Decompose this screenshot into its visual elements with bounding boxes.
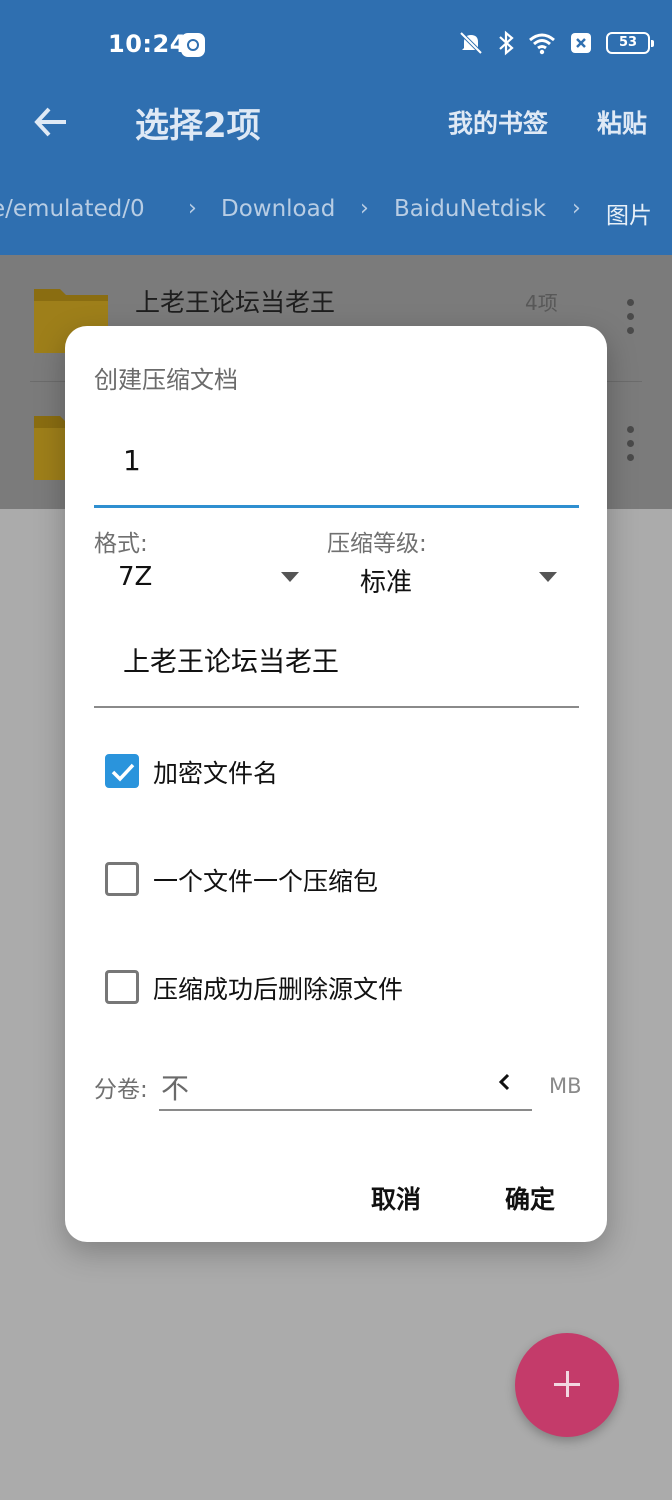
more-vert-icon[interactable] (624, 299, 636, 339)
bookmarks-button[interactable]: 我的书签 (448, 104, 548, 140)
file-count: 4项 (525, 291, 558, 315)
paste-button[interactable]: 粘贴 (597, 104, 647, 140)
dropdown-arrow-icon (281, 572, 299, 582)
archive-name-value: 1 (123, 444, 141, 477)
add-fab-button[interactable] (515, 1333, 619, 1437)
silent-bell-icon (459, 31, 483, 55)
checkbox-checked[interactable] (105, 754, 139, 788)
more-vert-icon[interactable] (624, 426, 636, 466)
wifi-icon (529, 33, 555, 55)
app-header: 10:24 53 选择2项 我的书签 粘贴 e/emulated/0 › Dow… (0, 0, 672, 255)
status-bar: 10:24 53 (0, 0, 672, 90)
chevron-right-icon: › (572, 196, 581, 221)
split-volume-input[interactable]: 不 (159, 1064, 532, 1111)
dialog-title: 创建压缩文档 (94, 366, 238, 394)
chevron-right-icon: › (188, 196, 197, 221)
level-label: 压缩等级: (327, 531, 427, 557)
split-unit: MB (549, 1074, 582, 1098)
sim-off-icon (571, 33, 591, 53)
chevron-left-icon[interactable] (497, 1072, 511, 1092)
status-icons: 53 (458, 30, 654, 56)
archive-name-input[interactable]: 1 (94, 428, 579, 508)
split-volume-label: 分卷: (94, 1077, 148, 1103)
encrypt-filenames-option[interactable]: 加密文件名 (105, 750, 565, 794)
dropdown-arrow-icon (539, 572, 557, 582)
file-name: 上老王论坛当老王 (135, 288, 336, 317)
ok-button[interactable]: 确定 (505, 1180, 555, 1216)
chevron-right-icon: › (360, 196, 369, 221)
split-volume-value: 不 (161, 1072, 190, 1105)
format-value: 7Z (118, 562, 153, 592)
checkbox-label: 加密文件名 (153, 759, 279, 788)
source-name-value: 上老王论坛当老王 (123, 647, 339, 678)
breadcrumb: e/emulated/0 › Download › BaiduNetdisk ›… (0, 196, 672, 236)
format-label: 格式: (94, 531, 148, 557)
cancel-button[interactable]: 取消 (371, 1180, 421, 1216)
level-value: 标准 (360, 568, 413, 598)
checkbox-label: 压缩成功后删除源文件 (153, 975, 404, 1004)
format-select[interactable]: 7Z (94, 558, 299, 602)
source-name-field[interactable]: 上老王论坛当老王 (94, 622, 579, 708)
delete-source-option[interactable]: 压缩成功后删除源文件 (105, 966, 565, 1010)
breadcrumb-item-baidunetdisk[interactable]: BaiduNetdisk (394, 196, 546, 222)
one-archive-per-file-option[interactable]: 一个文件一个压缩包 (105, 858, 565, 902)
toolbar: 选择2项 我的书签 粘贴 (0, 90, 672, 156)
bluetooth-icon (499, 30, 514, 56)
checkbox-label: 一个文件一个压缩包 (153, 867, 379, 896)
compression-level-select[interactable]: 标准 (327, 558, 557, 602)
app-icon (181, 33, 205, 57)
breadcrumb-item-download[interactable]: Download (221, 196, 335, 222)
checkbox[interactable] (105, 970, 139, 1004)
breadcrumb-item-current[interactable]: 图片 (606, 196, 652, 230)
page-title: 选择2项 (135, 106, 261, 146)
check-icon (111, 763, 135, 782)
create-archive-dialog: 创建压缩文档 1 格式: 压缩等级: 7Z 标准 上老王论坛当老王 加密文件名 … (65, 326, 607, 1242)
back-arrow-icon[interactable] (32, 104, 72, 140)
checkbox[interactable] (105, 862, 139, 896)
battery-icon: 53 (606, 32, 654, 54)
status-time: 10:24 (108, 30, 187, 58)
breadcrumb-item-emulated[interactable]: e/emulated/0 (0, 196, 145, 222)
